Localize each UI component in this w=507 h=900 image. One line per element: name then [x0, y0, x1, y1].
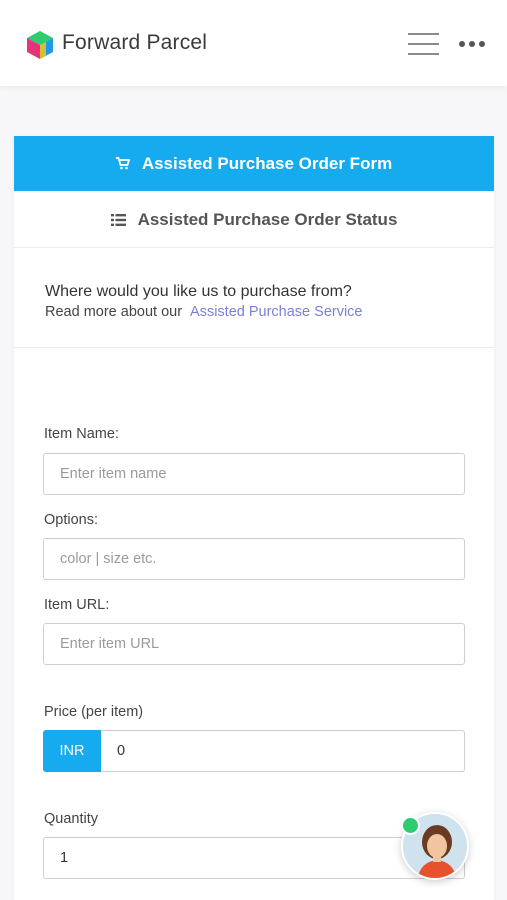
price-label: Price (per item)	[44, 704, 144, 720]
options-input[interactable]	[43, 538, 465, 580]
price-input-group: INR	[43, 730, 465, 772]
tab-order-status-label: Assisted Purchase Order Status	[137, 209, 398, 229]
item-url-label: Item URL:	[44, 597, 110, 613]
list-icon	[110, 213, 126, 226]
assisted-purchase-service-link[interactable]: Assisted Purchase Service	[190, 304, 362, 320]
read-more-prefix: Read more about our	[45, 304, 183, 320]
hamburger-menu-icon[interactable]	[408, 33, 439, 55]
purchase-question: Where would you like us to purchase from…	[45, 283, 352, 300]
online-status-dot	[401, 816, 420, 835]
read-more-line: Read more about our Assisted Purchase Ser…	[45, 304, 363, 320]
price-input[interactable]	[101, 730, 465, 772]
cart-icon	[115, 157, 130, 170]
brand-name[interactable]: Forward Parcel	[62, 31, 207, 55]
tab-order-status[interactable]: Assisted Purchase Order Status	[14, 192, 494, 248]
item-url-input[interactable]	[43, 623, 465, 665]
tab-order-form-label: Assisted Purchase Order Form	[141, 153, 393, 173]
currency-addon: INR	[43, 730, 101, 772]
more-dots-icon[interactable]	[459, 40, 485, 48]
cube-logo-icon[interactable]	[26, 30, 54, 60]
item-name-input[interactable]	[43, 453, 465, 495]
intro-section: Where would you like us to purchase from…	[14, 248, 494, 348]
quantity-label: Quantity	[44, 811, 98, 827]
top-header: Forward Parcel	[0, 0, 507, 86]
item-name-label: Item Name:	[44, 426, 119, 442]
order-card: Assisted Purchase Order Form Assisted Pu…	[14, 136, 494, 900]
tab-order-form[interactable]: Assisted Purchase Order Form	[14, 136, 494, 191]
options-label: Options:	[44, 512, 98, 528]
